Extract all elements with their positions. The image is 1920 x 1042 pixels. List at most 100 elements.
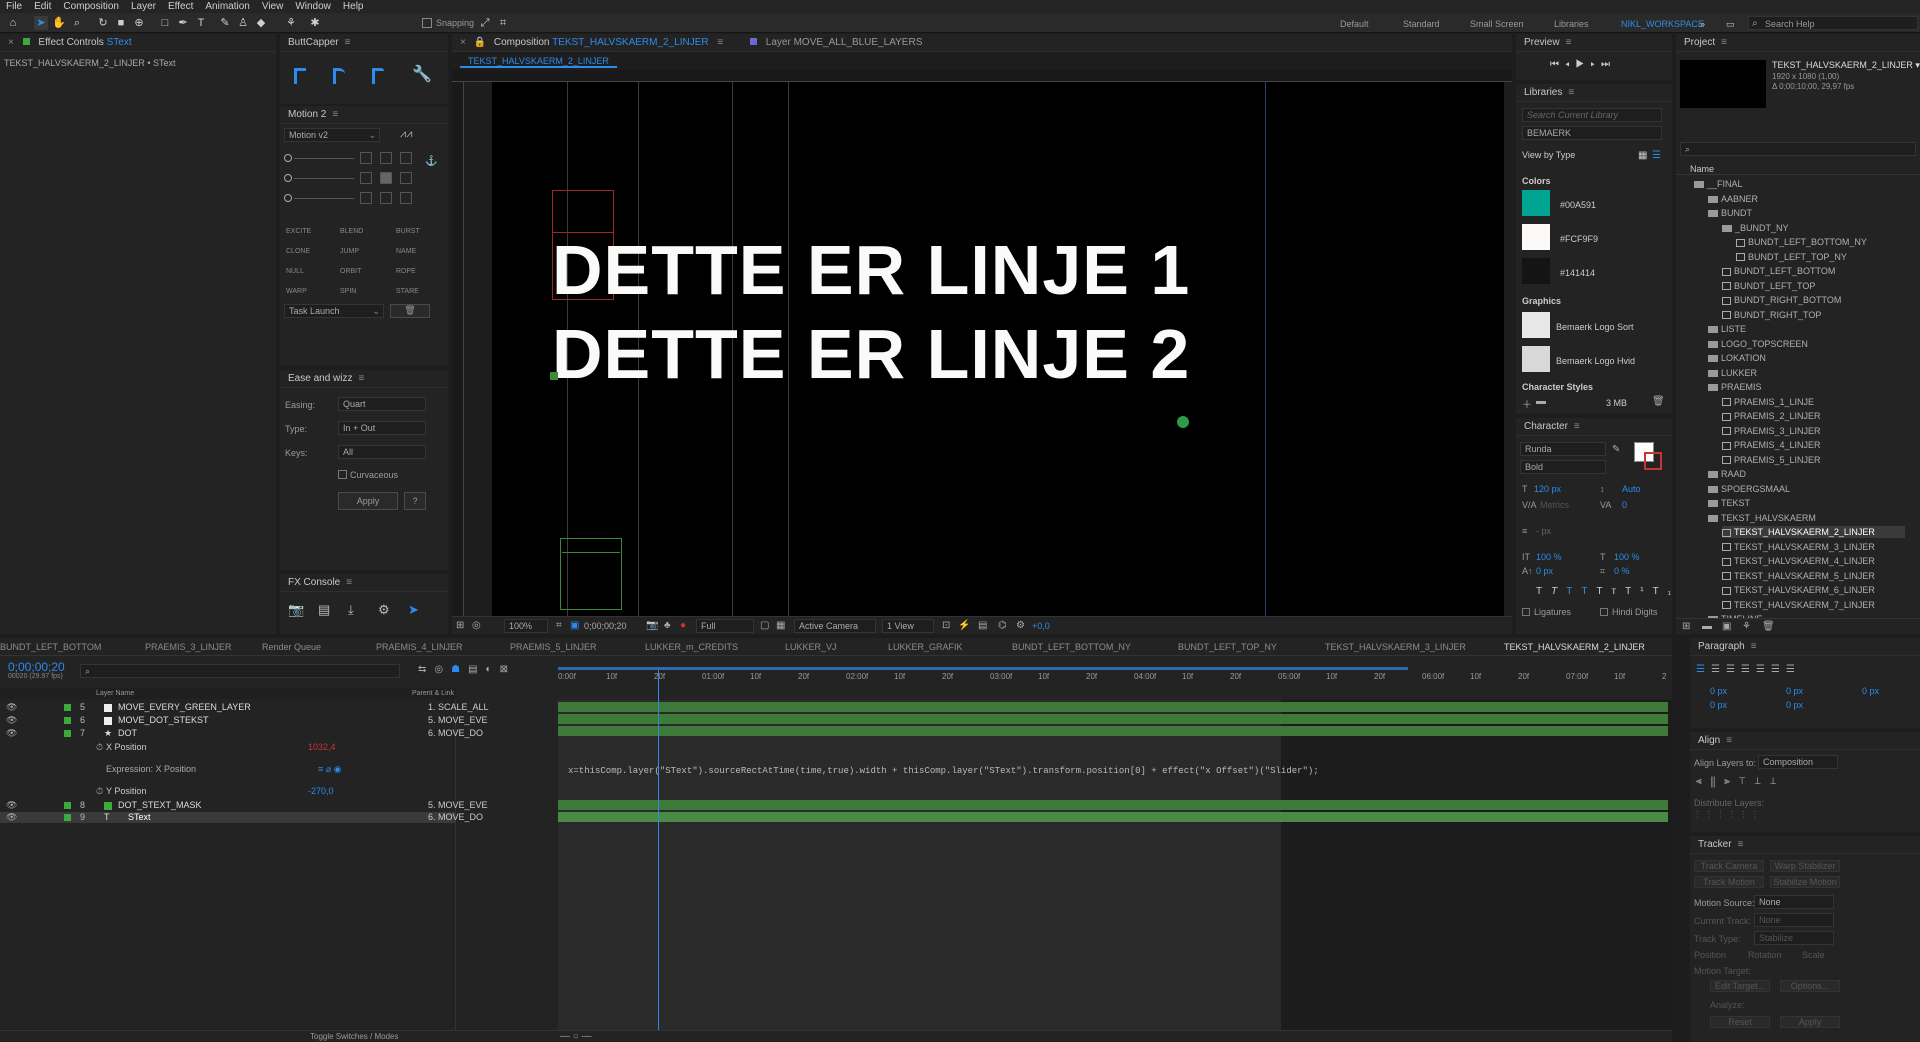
fast-preview-icon[interactable]: ⚡ — [958, 620, 970, 631]
cap-square-icon[interactable] — [372, 68, 384, 84]
mask-toggle-icon[interactable]: ◎ — [472, 620, 481, 631]
subscript-icon[interactable]: T₁ — [1653, 586, 1672, 597]
font-family-select[interactable]: Runda — [1520, 442, 1606, 456]
film-icon[interactable]: ▤ — [318, 602, 330, 618]
name-column-header[interactable]: Name — [1690, 164, 1714, 174]
project-folder[interactable]: TEKST — [1708, 497, 1750, 509]
justify-last-left-icon[interactable]: ☰ — [1741, 664, 1756, 675]
label-color[interactable] — [64, 802, 71, 809]
project-comp[interactable]: BUNDT_LEFT_BOTTOM_NY — [1736, 236, 1867, 248]
justify-last-center-icon[interactable]: ☰ — [1756, 664, 1771, 675]
align-top-edges-icon[interactable]: ⊤ — [1739, 776, 1754, 787]
small-caps-icon[interactable]: Tт — [1596, 586, 1625, 597]
project-comp[interactable]: TEKST_HALVSKAERM_2_LINJER — [1722, 526, 1905, 538]
timeline-tab[interactable]: PRAEMIS_5_LINJER — [510, 642, 597, 652]
warp-stabilizer-button[interactable]: Warp Stabilizer — [1770, 860, 1840, 872]
parent-column[interactable]: Parent & Link — [412, 688, 454, 699]
layer-duration-bar[interactable] — [558, 800, 1668, 810]
comp-text-line-2[interactable]: DETTE ER LINJE 2 — [552, 314, 1190, 394]
rotate-tool-icon[interactable]: ↻ — [96, 16, 110, 30]
graphic-thumb[interactable] — [1522, 312, 1550, 338]
panel-menu-icon[interactable]: ≡ — [1738, 839, 1744, 850]
workspace-menu-icon[interactable]: ▭ — [1726, 19, 1735, 30]
eyedropper-icon[interactable]: ✎ — [1612, 444, 1620, 455]
scale-checkbox[interactable]: Scale — [1802, 950, 1825, 960]
layer-parent[interactable]: 5. MOVE_EVE — [428, 715, 488, 726]
library-search-input[interactable]: Search Current Library — [1522, 108, 1662, 122]
y-position-value[interactable]: -270,0 — [308, 786, 334, 797]
indent-right-value[interactable]: 0 px — [1862, 686, 1879, 696]
distribute-icon[interactable]: ⫶ — [1754, 810, 1766, 821]
graphic-thumb[interactable] — [1522, 346, 1550, 372]
layer-parent[interactable]: 1. SCALE_ALL — [428, 702, 489, 713]
faux-italic-icon[interactable]: T — [1551, 586, 1566, 597]
x-position-value[interactable]: 1032,4 — [308, 742, 336, 753]
apply-tracker-button[interactable]: Apply — [1780, 1016, 1840, 1028]
draft-3d-icon[interactable]: ◎ — [434, 664, 451, 675]
distribute-icon[interactable]: ⫶ — [1696, 810, 1708, 821]
cap-butt-icon[interactable] — [294, 68, 306, 84]
anchor-cell[interactable] — [380, 192, 392, 204]
eye-icon[interactable]: 👁 — [6, 728, 17, 739]
project-folder[interactable]: LOGO_TOPSCREEN — [1708, 338, 1808, 350]
project-folder[interactable]: BUNDT — [1708, 207, 1752, 219]
project-comp[interactable]: BUNDT_LEFT_TOP_NY — [1736, 251, 1847, 263]
resolution-select[interactable]: Full — [696, 619, 754, 633]
vertical-scale-value[interactable]: 100 % — [1536, 552, 1562, 562]
snapshot-icon[interactable]: 📷 — [646, 620, 658, 631]
zoom-slider[interactable]: — ○ — — [560, 1031, 592, 1042]
align-v-center-icon[interactable]: ⊥ — [1754, 776, 1769, 787]
distribute-icon[interactable]: ⫶ — [1719, 810, 1731, 821]
snapping-checkbox[interactable] — [422, 18, 432, 28]
zoom-select[interactable]: 100% — [504, 619, 548, 633]
first-frame-icon[interactable]: ⏮ — [1550, 59, 1565, 70]
panel-menu-icon[interactable]: ≡ — [1574, 421, 1580, 432]
curvaceous-checkbox[interactable] — [338, 470, 347, 479]
close-icon[interactable]: × — [8, 37, 14, 48]
distribute-icon[interactable]: ⫶ — [1731, 810, 1743, 821]
align-left-edges-icon[interactable]: ⫷ — [1696, 776, 1711, 787]
playhead[interactable] — [658, 670, 659, 1042]
motion-orbit-button[interactable]: ORBIT — [340, 262, 361, 282]
time-ruler[interactable] — [558, 658, 1672, 672]
horizontal-scale-value[interactable]: 100 % — [1614, 552, 1640, 562]
options-button[interactable]: Options... — [1780, 980, 1840, 992]
send-icon[interactable]: ➤ — [408, 602, 419, 618]
timeline-search-input[interactable]: ⌕ — [80, 664, 400, 678]
library-select[interactable]: BEMAERK — [1522, 126, 1662, 140]
wrench-icon[interactable]: 🔧 — [412, 64, 432, 84]
stabilize-motion-button[interactable]: Stabilize Motion — [1770, 876, 1840, 888]
superscript-icon[interactable]: T¹ — [1625, 586, 1652, 597]
color-swatch-black[interactable] — [1522, 258, 1550, 284]
new-folder-icon[interactable]: ▬ — [1702, 621, 1712, 632]
indent-first-value[interactable]: 0 px — [1786, 686, 1803, 696]
justify-last-right-icon[interactable]: ☰ — [1771, 664, 1786, 675]
roi-icon[interactable]: ▢ — [760, 620, 769, 631]
layer-parent[interactable]: 6. MOVE_DO — [428, 728, 483, 739]
toggle-switches-modes-button[interactable]: Toggle Switches / Modes — [310, 1032, 399, 1041]
reset-button[interactable]: Reset — [1710, 1016, 1770, 1028]
character-styles-section[interactable]: Character Styles — [1522, 382, 1593, 392]
easing-select[interactable]: Quart — [338, 397, 426, 411]
type-select[interactable]: In + Out — [338, 421, 426, 435]
layer-parent[interactable]: 5. MOVE_EVE — [428, 800, 488, 811]
motion-burst-button[interactable]: BURST — [396, 222, 420, 242]
panel-menu-icon[interactable]: ≡ — [1568, 87, 1574, 98]
snap-options-icon[interactable]: ⤢ — [478, 16, 492, 30]
comp-canvas[interactable]: DETTE ER LINJE 1 DETTE ER LINJE 2 — [492, 82, 1504, 616]
timeline-icon[interactable]: ▤ — [978, 620, 987, 631]
distribute-icon[interactable]: ⫶ — [1742, 810, 1754, 821]
menu-help[interactable]: Help — [343, 1, 364, 12]
align-right-icon[interactable]: ☰ — [1726, 664, 1741, 675]
panel-menu-icon[interactable]: ≡ — [345, 37, 351, 48]
motion-spin-button[interactable]: SPIN — [340, 282, 356, 302]
cap-round-icon[interactable] — [333, 68, 345, 84]
layer-name[interactable]: DOT — [118, 728, 137, 739]
frame-blend-icon[interactable]: ▤ — [468, 664, 485, 675]
menu-animation[interactable]: Animation — [205, 1, 249, 12]
eraser-tool-icon[interactable]: ◆ — [254, 16, 268, 30]
more-workspaces-icon[interactable]: » — [1700, 19, 1705, 29]
tsume-value[interactable]: 0 % — [1614, 566, 1630, 576]
current-time[interactable]: 0;00;00;20 — [584, 621, 627, 631]
workspace-default[interactable]: Default — [1340, 19, 1369, 29]
